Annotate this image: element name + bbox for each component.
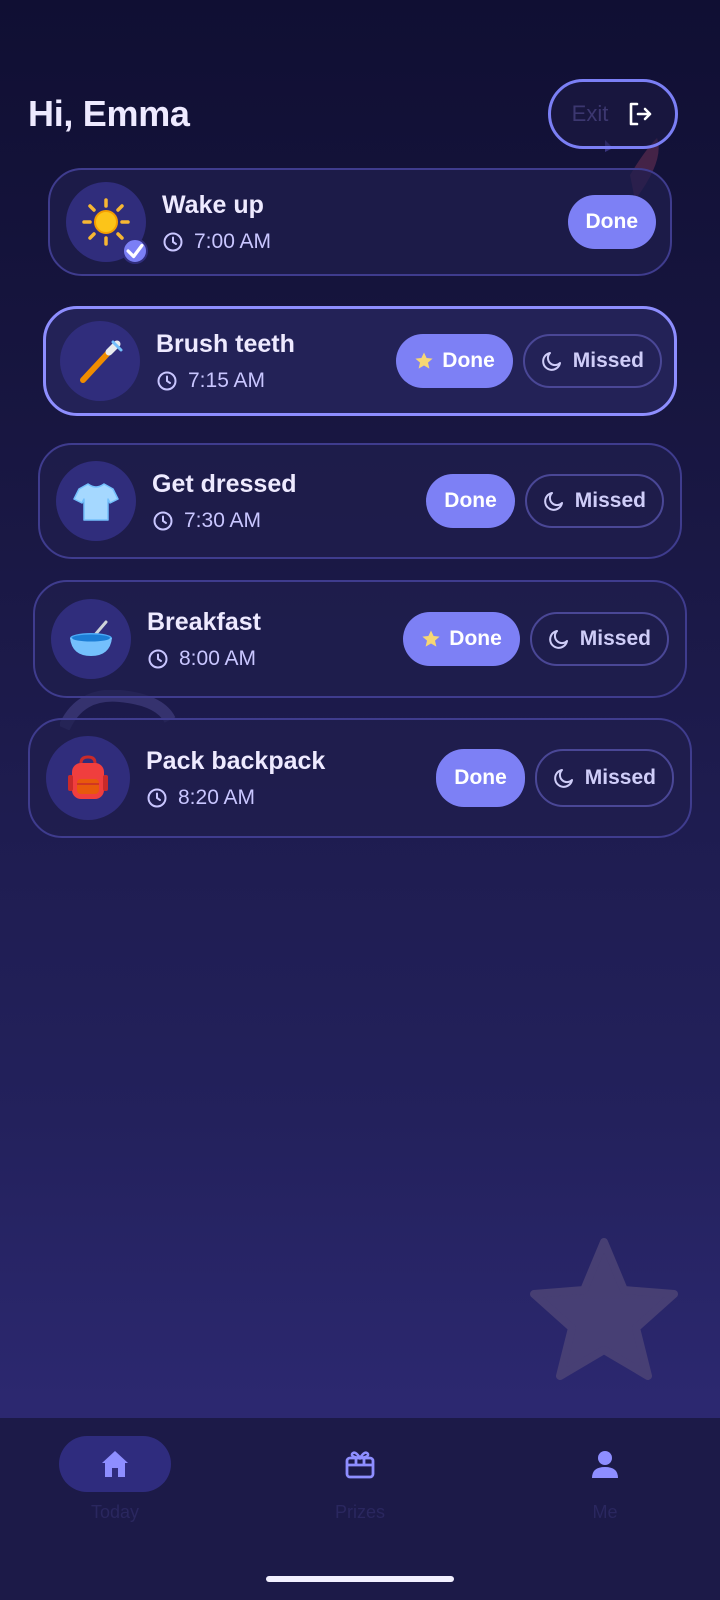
- nav-item-me[interactable]: Me: [540, 1436, 670, 1523]
- task-avatar: [66, 182, 148, 264]
- missed-label: Missed: [579, 627, 651, 650]
- nav-label-prizes: Prizes: [334, 1502, 385, 1522]
- missed-label: Missed: [584, 766, 656, 789]
- nav-item-prizes[interactable]: Prizes: [295, 1436, 425, 1523]
- task-title: Breakfast: [147, 607, 261, 636]
- clock-icon: [147, 788, 167, 807]
- clock-icon: [163, 232, 183, 251]
- done-label: Done: [442, 349, 495, 372]
- header: Hi, Emma Exit: [28, 78, 678, 150]
- task-time: 8:20 AM: [178, 785, 256, 809]
- task-avatar: [46, 736, 130, 820]
- toothbrush-icon: [80, 340, 123, 383]
- moon-icon: [541, 352, 561, 371]
- missed-button[interactable]: Missed: [524, 474, 664, 528]
- task-info: Pack backpack 8:20 AM: [146, 747, 436, 810]
- moon-icon: [543, 492, 563, 511]
- nav-pill: [549, 1436, 661, 1492]
- nav-item-today[interactable]: Today: [50, 1436, 180, 1523]
- task-time-row: 7:15 AM: [156, 369, 396, 393]
- exit-label: Exit: [571, 101, 609, 126]
- backpack-icon: [68, 755, 108, 799]
- task-card-get-dressed[interactable]: Get dressed 7:30 AM Done Missed: [38, 443, 682, 559]
- missed-label: Missed: [572, 349, 644, 372]
- gift-icon: [345, 1451, 375, 1479]
- task-info: Brush teeth 7:15 AM: [156, 330, 396, 393]
- completed-check-icon: [122, 238, 148, 264]
- task-info: Get dressed 7:30 AM: [152, 470, 426, 533]
- person-icon: [592, 1451, 618, 1478]
- exit-icon: [630, 102, 652, 126]
- done-button[interactable]: Done: [426, 474, 515, 528]
- nav-label-me: Me: [592, 1502, 618, 1522]
- star-icon: [422, 630, 440, 647]
- home-icon: [102, 1451, 128, 1477]
- done-button[interactable]: Done: [567, 195, 656, 249]
- missed-button[interactable]: Missed: [534, 749, 674, 807]
- task-time-row: 8:00 AM: [147, 647, 403, 671]
- missed-button[interactable]: Missed: [529, 612, 669, 666]
- task-time-row: 8:20 AM: [146, 786, 436, 810]
- tshirt-icon: [73, 483, 119, 521]
- moon-icon: [553, 769, 573, 788]
- done-label: Done: [444, 489, 497, 512]
- task-time: 7:15 AM: [188, 368, 266, 392]
- exit-button[interactable]: Exit: [548, 79, 678, 149]
- nav-label-today: Today: [90, 1502, 140, 1522]
- task-time: 8:00 AM: [179, 646, 257, 670]
- task-title: Wake up: [162, 190, 264, 219]
- task-time: 7:30 AM: [184, 508, 262, 532]
- task-actions: Done Missed: [426, 474, 664, 528]
- nav-pill: [304, 1436, 416, 1492]
- clock-icon: [157, 371, 177, 390]
- nav-active-indicator: [59, 1436, 171, 1492]
- clock-icon: [153, 511, 173, 530]
- task-card-pack-backpack[interactable]: Pack backpack 8:20 AM Done Missed: [28, 718, 692, 838]
- task-avatar: [60, 321, 140, 401]
- moon-icon: [548, 630, 568, 649]
- task-actions: Done Missed: [403, 612, 669, 666]
- task-actions: Done Missed: [396, 334, 662, 388]
- task-time-row: 7:00 AM: [162, 230, 568, 254]
- task-title: Pack backpack: [146, 746, 326, 775]
- done-button[interactable]: Done: [436, 749, 525, 807]
- task-card-wake-up[interactable]: Wake up 7:00 AM Done: [48, 168, 672, 276]
- missed-button[interactable]: Missed: [522, 334, 662, 388]
- star-icon: [415, 352, 433, 369]
- done-label: Done: [585, 210, 639, 233]
- clock-icon: [148, 649, 168, 668]
- background-star-decoration: [530, 1238, 678, 1380]
- task-title: Get dressed: [152, 469, 297, 498]
- task-info: Breakfast 8:00 AM: [147, 608, 403, 671]
- task-time: 7:00 AM: [194, 229, 272, 253]
- task-card-breakfast[interactable]: Breakfast 8:00 AM Done Missed: [33, 580, 687, 698]
- task-actions: Done Missed: [436, 749, 674, 807]
- task-card-brush-teeth[interactable]: Brush teeth 7:15 AM Done Missed: [43, 306, 677, 416]
- task-info: Wake up 7:00 AM: [162, 191, 568, 254]
- task-time-row: 7:30 AM: [152, 509, 426, 533]
- greeting-title: Hi, Emma: [28, 93, 190, 134]
- bowl-icon: [70, 620, 112, 656]
- home-indicator[interactable]: [266, 1576, 454, 1582]
- done-label: Done: [454, 766, 507, 789]
- done-button[interactable]: Done: [396, 334, 513, 388]
- task-avatar: [51, 599, 131, 679]
- task-title: Brush teeth: [156, 329, 295, 358]
- task-avatar: [56, 461, 136, 541]
- bottom-navigation: Today Prizes Me: [0, 1418, 720, 1600]
- missed-label: Missed: [574, 489, 646, 512]
- task-actions: Done: [567, 195, 656, 249]
- done-button[interactable]: Done: [403, 612, 520, 666]
- done-label: Done: [449, 627, 502, 650]
